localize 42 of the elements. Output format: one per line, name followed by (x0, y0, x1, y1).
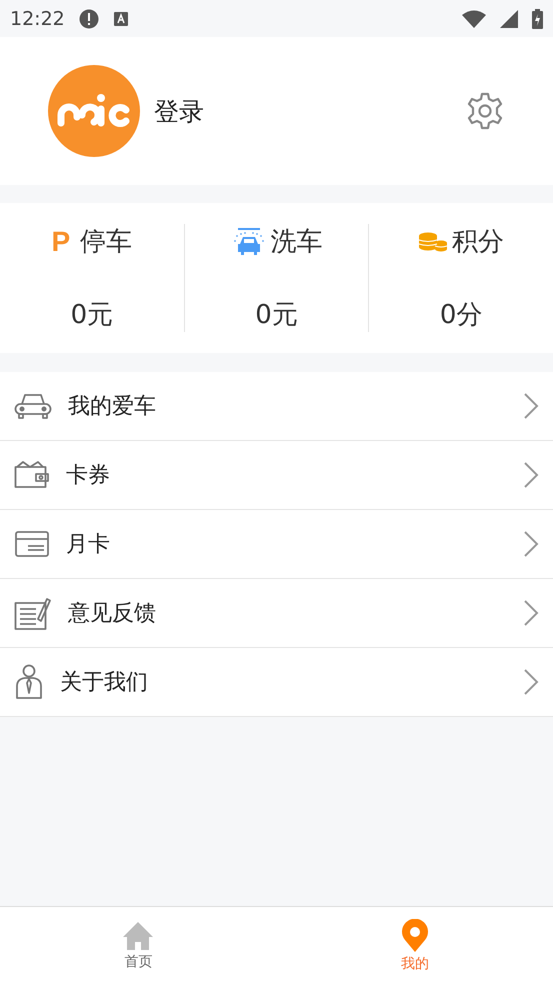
chevron-right-icon (523, 600, 539, 626)
status-time: 12:22 (10, 8, 65, 30)
person-icon (14, 664, 44, 700)
keyboard-icon (112, 10, 129, 26)
menu-label: 月卡 (66, 531, 111, 559)
tab-label: 首页 (124, 952, 152, 970)
stat-value: 0分 (440, 299, 482, 332)
tab-label: 我的 (400, 954, 429, 972)
menu-item[interactable]: 卡券 (0, 441, 553, 510)
settings-icon[interactable] (465, 91, 505, 131)
chevron-right-icon (523, 462, 539, 488)
menu-label: 我的爱车 (68, 393, 157, 421)
stat-value: 0元 (70, 299, 114, 332)
menu-item[interactable]: 关于我们 (0, 648, 553, 717)
tab-item[interactable]: 首页 (0, 907, 276, 984)
chevron-right-icon (523, 393, 539, 419)
menu-item[interactable]: 意见反馈 (0, 579, 553, 648)
stat-value: 0元 (255, 299, 298, 332)
battery-icon (532, 8, 543, 28)
card-icon (14, 530, 50, 558)
car-icon (14, 392, 52, 420)
menu-label: 关于我们 (60, 669, 149, 697)
menu-label: 意见反馈 (68, 600, 157, 628)
stat-title[interactable]: 停车 (80, 224, 132, 259)
wallet-icon (14, 461, 50, 489)
signal-icon (500, 10, 518, 28)
logo-icon (48, 65, 140, 157)
location-pin-icon (400, 918, 429, 952)
parking-letter-label: P (51, 226, 70, 258)
chevron-right-icon (523, 669, 539, 695)
note-pencil-icon (14, 595, 52, 631)
chevron-right-icon (523, 531, 539, 557)
stat-title[interactable]: 积分 (452, 224, 504, 259)
stat-title[interactable]: 洗车 (270, 224, 322, 259)
coins-icon (418, 232, 448, 252)
menu-label: 卡券 (66, 462, 111, 490)
menu-item[interactable]: 月卡 (0, 510, 553, 579)
wifi-icon (462, 10, 486, 28)
menu-item[interactable]: 我的爱车 (0, 372, 553, 441)
home-icon (122, 920, 154, 950)
alert-icon (78, 8, 99, 28)
login-link[interactable]: 登录 (154, 94, 451, 128)
